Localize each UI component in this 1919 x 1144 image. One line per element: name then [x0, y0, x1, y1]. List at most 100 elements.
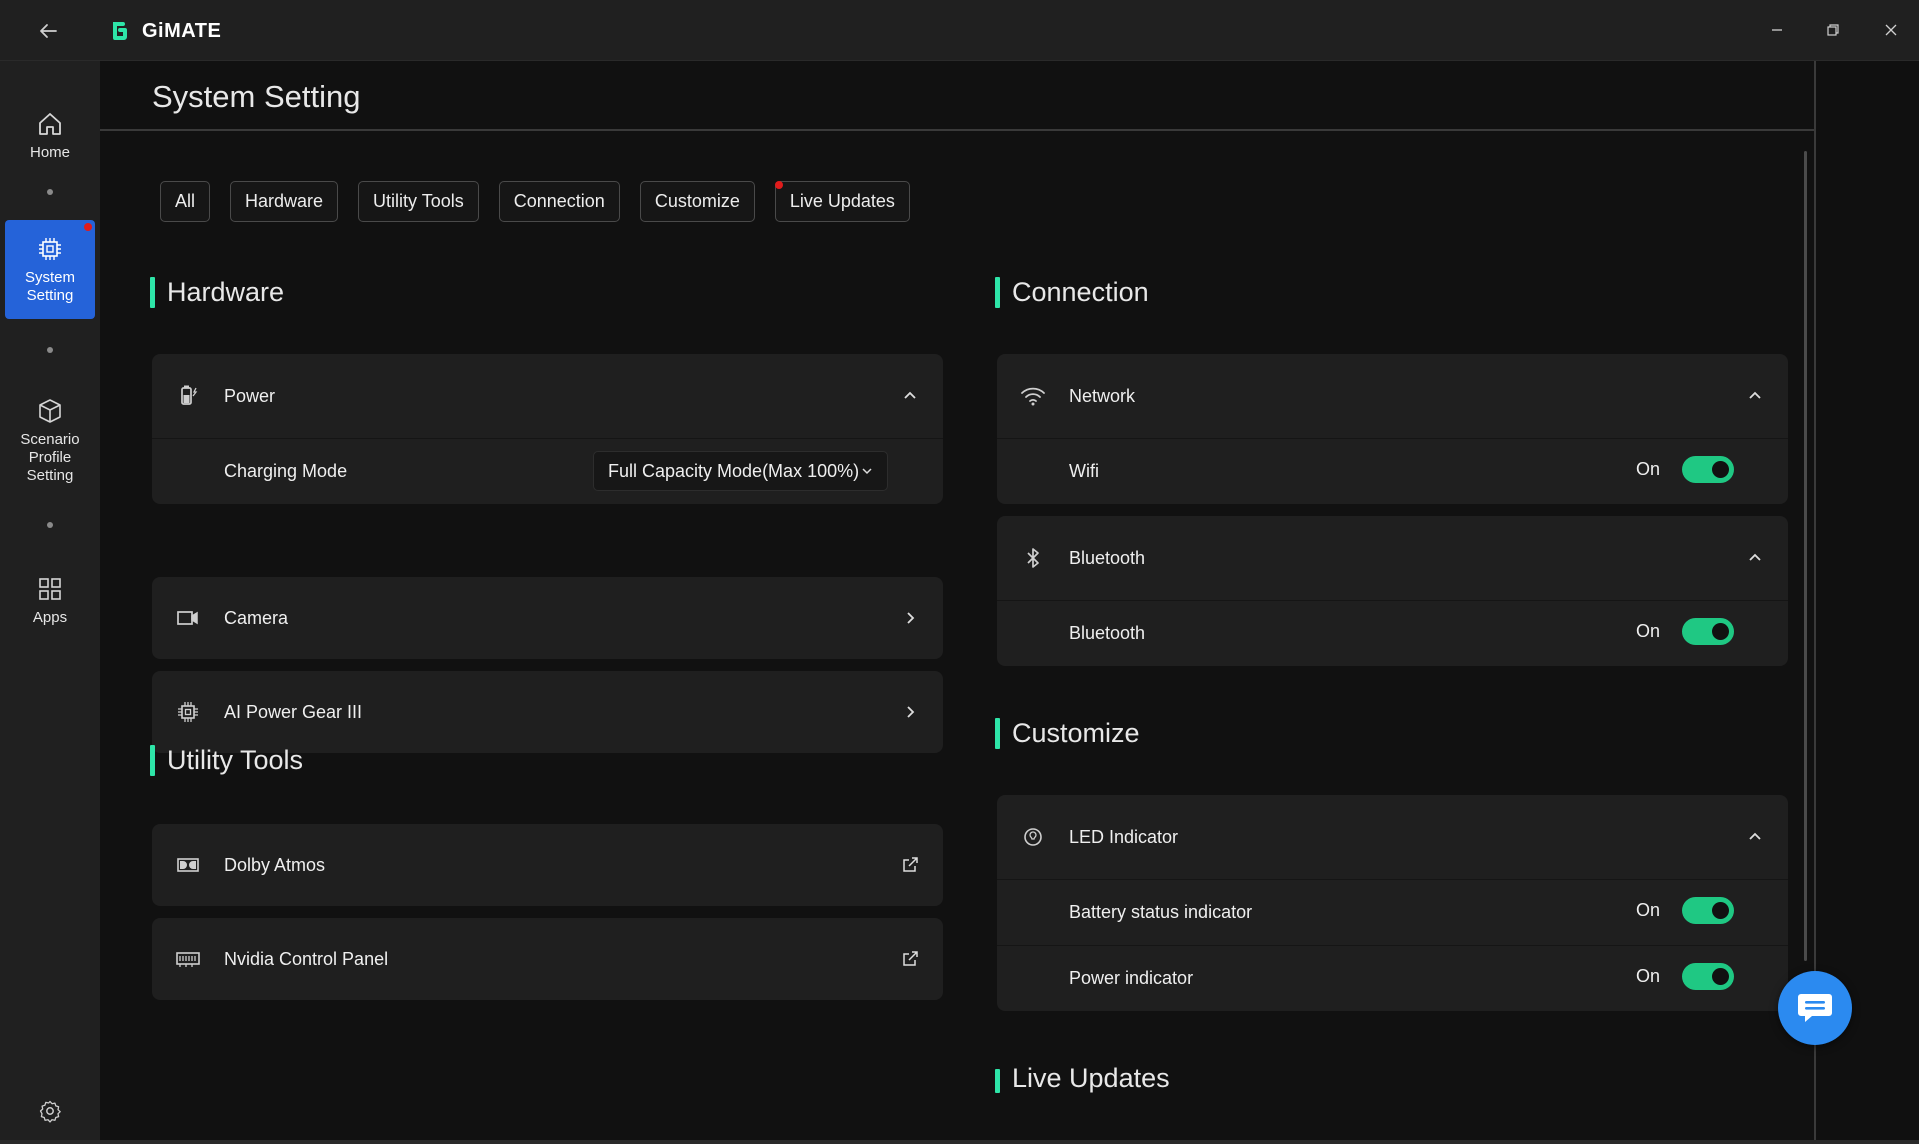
chevron-down-icon — [862, 468, 872, 475]
chevron-right-icon — [907, 612, 915, 624]
wifi-icon — [1021, 387, 1045, 406]
section-title: Connection — [1012, 277, 1149, 307]
power-header[interactable]: Power — [152, 354, 943, 438]
power-card: Power Charging Mode Full Capacity Mode(M… — [152, 354, 943, 504]
section-header-utility-tools: Utility Tools — [150, 745, 303, 776]
scrollbar[interactable] — [1804, 151, 1807, 961]
sidebar-item-label: Apps — [32, 609, 68, 626]
power-indicator-state: On — [1635, 966, 1660, 986]
apps-grid-icon — [39, 578, 61, 600]
page-title: System Setting — [152, 79, 361, 114]
dolby-icon — [177, 858, 199, 872]
nav-separator-dot — [47, 189, 53, 195]
section-header-customize: Customize — [995, 718, 1140, 749]
toggle-knob — [1712, 902, 1729, 919]
ai-power-gear-card[interactable]: AI Power Gear III — [152, 671, 943, 753]
nav-separator-dot — [47, 347, 53, 353]
sidebar-item-scenario-profile[interactable]: Scenario Profile Setting — [5, 381, 95, 501]
ai-power-gear-label: AI Power Gear III — [224, 701, 363, 722]
tab-label: Live Updates — [789, 191, 895, 211]
sidebar-item-apps[interactable]: Apps — [5, 556, 95, 646]
restore-button[interactable] — [1813, 10, 1853, 50]
section-title: Hardware — [167, 277, 285, 307]
power-indicator-row: Power indicator On — [997, 945, 1788, 1011]
bluetooth-row: Bluetooth On — [997, 600, 1788, 666]
gimate-logo-icon — [113, 22, 127, 40]
wifi-label: Wifi — [1069, 461, 1099, 481]
title-bar: GiMATE — [0, 0, 1919, 61]
app-name: GiMATE — [142, 19, 222, 42]
tab-all[interactable]: All — [160, 181, 211, 222]
bluetooth-toggle-group: On — [1636, 618, 1734, 645]
battery-status-label: Battery status indicator — [1069, 902, 1253, 922]
nvidia-control-panel-row[interactable]: Nvidia Control Panel — [152, 918, 943, 1000]
sidebar-item-label: Scenario Profile Setting — [20, 431, 80, 484]
chevron-up-icon[interactable] — [899, 384, 921, 406]
tab-live-updates[interactable]: Live Updates — [774, 181, 910, 222]
network-label: Network — [1069, 385, 1136, 406]
led-indicator-label: LED Indicator — [1069, 826, 1179, 847]
toggle-knob — [1712, 968, 1729, 985]
sidebar-item-home[interactable]: Home — [5, 91, 95, 181]
chip-icon — [39, 237, 61, 260]
power-indicator-toggle-group: On — [1636, 963, 1734, 990]
cube-icon — [39, 399, 61, 423]
main-content: System Setting All Hardware Utility Tool… — [100, 61, 1816, 1144]
section-title: Live Updates — [1012, 1063, 1170, 1093]
bluetooth-toggle[interactable] — [1682, 618, 1734, 645]
dolby-atmos-row[interactable]: Dolby Atmos — [152, 824, 943, 906]
toggle-knob — [1712, 461, 1729, 478]
led-bulb-icon — [1024, 828, 1042, 846]
charging-mode-value: Full Capacity Mode(Max 100%) — [608, 460, 860, 481]
battery-toggle-group: On — [1636, 897, 1734, 924]
tab-connection[interactable]: Connection — [498, 181, 620, 222]
chevron-up-icon[interactable] — [1744, 825, 1766, 847]
close-button[interactable] — [1871, 10, 1911, 50]
minimize-button[interactable] — [1757, 10, 1797, 50]
wifi-toggle[interactable] — [1682, 456, 1734, 483]
dolby-atmos-card[interactable]: Dolby Atmos — [152, 824, 943, 906]
sidebar: Home System Setting Scenario Profile Set… — [0, 61, 100, 1144]
chat-support-button[interactable] — [1778, 971, 1852, 1045]
battery-status-toggle[interactable] — [1682, 897, 1734, 924]
tab-hardware[interactable]: Hardware — [230, 181, 339, 222]
tab-utility-tools[interactable]: Utility Tools — [358, 181, 479, 222]
bluetooth-label: Bluetooth — [1069, 547, 1146, 568]
battery-state: On — [1635, 900, 1660, 920]
camera-icon — [177, 611, 198, 625]
chevron-up-icon[interactable] — [1744, 384, 1766, 406]
sidebar-item-label: Home — [29, 144, 70, 161]
bluetooth-sub-label: Bluetooth — [1069, 623, 1146, 643]
section-header-connection: Connection — [995, 277, 1149, 308]
section-accent-bar — [995, 718, 1000, 749]
charging-mode-row: Charging Mode Full Capacity Mode(Max 100… — [152, 438, 943, 504]
back-arrow-icon[interactable] — [36, 18, 62, 44]
toggle-knob — [1712, 623, 1729, 640]
network-header[interactable]: Network — [997, 354, 1788, 438]
bluetooth-header[interactable]: Bluetooth — [997, 516, 1788, 600]
section-accent-bar — [995, 277, 1000, 308]
battery-status-row: Battery status indicator On — [997, 879, 1788, 945]
tab-customize[interactable]: Customize — [639, 181, 755, 222]
bluetooth-icon — [1027, 548, 1039, 568]
ai-power-gear-row[interactable]: AI Power Gear III — [152, 671, 943, 753]
bottom-border — [0, 1140, 1919, 1144]
external-link-icon — [903, 951, 918, 966]
camera-row[interactable]: Camera — [152, 577, 943, 659]
led-indicator-header[interactable]: LED Indicator — [997, 795, 1788, 879]
sidebar-item-system-setting[interactable]: System Setting — [5, 220, 95, 319]
camera-card[interactable]: Camera — [152, 577, 943, 659]
bluetooth-card: Bluetooth Bluetooth On — [997, 516, 1788, 666]
power-label: Power — [224, 385, 276, 406]
filter-tabs: All Hardware Utility Tools Connection Cu… — [160, 181, 910, 222]
section-accent-bar — [995, 1069, 1000, 1093]
graphics-card-icon — [176, 952, 200, 967]
section-header-live-updates: Live Updates — [995, 1063, 1170, 1093]
nvidia-control-panel-card[interactable]: Nvidia Control Panel — [152, 918, 943, 1000]
power-indicator-toggle[interactable] — [1682, 963, 1734, 990]
charging-mode-label: Charging Mode — [224, 461, 348, 481]
settings-gear-icon[interactable] — [38, 1099, 62, 1128]
chevron-up-icon[interactable] — [1744, 546, 1766, 568]
charging-mode-select[interactable]: Full Capacity Mode(Max 100%) — [593, 451, 888, 491]
external-link-icon — [903, 857, 918, 872]
